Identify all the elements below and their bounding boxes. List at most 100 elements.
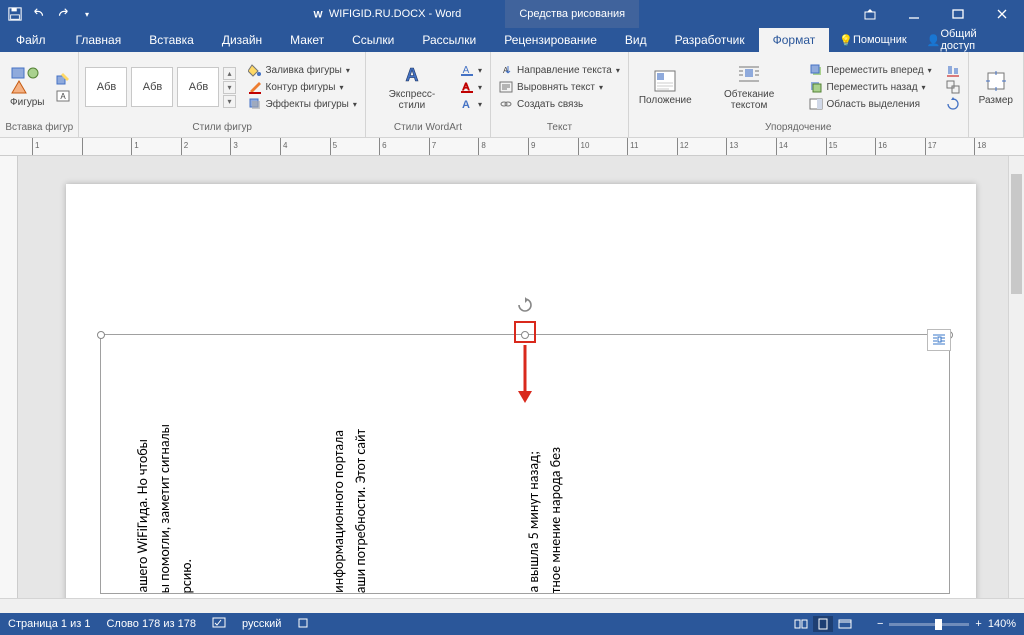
redo-icon[interactable] <box>54 5 72 23</box>
rotate-handle[interactable] <box>517 297 533 313</box>
group-insert-shapes: Фигуры A Вставка фигур <box>0 52 79 137</box>
save-icon[interactable] <box>6 5 24 23</box>
zoom-level[interactable]: 140% <box>988 618 1016 630</box>
gallery-down-icon[interactable]: ▾ <box>223 81 235 94</box>
send-back-icon <box>809 80 823 94</box>
tab-review[interactable]: Рецензирование <box>490 28 611 52</box>
wrap-text-button[interactable]: Обтекание текстом <box>700 61 799 113</box>
resize-handle-tl[interactable] <box>97 331 105 339</box>
undo-icon[interactable] <box>30 5 48 23</box>
quick-access-toolbar: ▾ <box>0 5 102 23</box>
ruler-tick <box>82 138 132 156</box>
align-button[interactable] <box>942 62 964 78</box>
tab-share[interactable]: 👤 Общий доступ <box>917 28 1024 52</box>
shapes-gallery-button[interactable]: Фигуры <box>4 65 50 110</box>
tab-home[interactable]: Главная <box>62 28 136 52</box>
zoom-in-button[interactable]: + <box>975 618 981 630</box>
shape-effects-button[interactable]: Эффекты фигуры ▾ <box>244 96 361 112</box>
page[interactable]: ашего WiFiГида. Но чтобы ы помогли, заме… <box>66 184 976 598</box>
tab-tellme[interactable]: 💡 Помощник <box>829 28 917 52</box>
status-macro-icon[interactable] <box>297 617 309 632</box>
tab-mailings[interactable]: Рассылки <box>408 28 490 52</box>
view-web-icon[interactable] <box>835 616 855 632</box>
horizontal-ruler[interactable]: 1123456789101112131415161718 <box>0 138 1024 156</box>
align-text-button[interactable]: Выровнять текст ▾ <box>495 79 624 95</box>
title-bar: ▾ W WIFIGID.RU.DOCX - Word Средства рисо… <box>0 0 1024 28</box>
tab-file[interactable]: Файл <box>0 28 62 52</box>
shape-fill-button[interactable]: Заливка фигуры ▾ <box>244 62 361 78</box>
tab-layout[interactable]: Макет <box>276 28 338 52</box>
text-effects-button[interactable]: A▾ <box>456 96 486 112</box>
status-spellcheck-icon[interactable] <box>212 617 226 632</box>
style-thumb[interactable]: Абв <box>177 67 219 107</box>
text-fill-button[interactable]: A▾ <box>456 62 486 78</box>
ruler-tick: 14 <box>776 138 826 156</box>
selection-pane-button[interactable]: Область выделения <box>805 96 936 112</box>
position-button[interactable]: Положение <box>633 67 698 108</box>
edit-shape-button[interactable] <box>52 71 74 87</box>
tab-references[interactable]: Ссылки <box>338 28 408 52</box>
svg-text:A: A <box>405 65 418 85</box>
size-button[interactable]: Размер <box>973 67 1019 108</box>
status-words[interactable]: Слово 178 из 178 <box>106 618 196 630</box>
ruler-tick: 7 <box>429 138 479 156</box>
ruler-tick: 17 <box>925 138 975 156</box>
text-direction-button[interactable]: AНаправление текста ▾ <box>495 62 624 78</box>
gallery-more-icon[interactable]: ▾ <box>223 95 235 108</box>
style-thumb[interactable]: Абв <box>85 67 127 107</box>
tab-format[interactable]: Формат <box>759 28 830 52</box>
layout-options-button[interactable] <box>927 329 951 351</box>
send-backward-button[interactable]: Переместить назад ▾ <box>805 79 936 95</box>
edit-shape-icon <box>56 72 70 86</box>
outline-icon <box>248 80 262 94</box>
align-text-icon <box>499 80 513 94</box>
textbox-selection[interactable]: ашего WiFiГида. Но чтобы ы помогли, заме… <box>100 334 950 594</box>
text-outline-icon: A <box>460 80 474 94</box>
close-icon[interactable] <box>980 0 1024 28</box>
vertical-text: а вышла 5 минут назад; <box>526 451 542 593</box>
vertical-scrollbar[interactable] <box>1008 156 1024 598</box>
ruler-tick: 4 <box>280 138 330 156</box>
shape-style-gallery[interactable]: Абв Абв Абв ▴ ▾ ▾ <box>83 67 235 108</box>
minimize-icon[interactable] <box>892 0 936 28</box>
text-box-button[interactable]: A <box>52 88 74 104</box>
style-thumb[interactable]: Абв <box>131 67 173 107</box>
zoom-out-button[interactable]: − <box>877 618 883 630</box>
tab-developer[interactable]: Разработчик <box>661 28 759 52</box>
contextual-tab-title: Средства рисования <box>505 0 639 28</box>
wordart-quick-styles-button[interactable]: A Экспресс-стили <box>370 61 454 113</box>
gallery-up-icon[interactable]: ▴ <box>223 67 235 80</box>
tab-view[interactable]: Вид <box>611 28 661 52</box>
group-button[interactable] <box>942 79 964 95</box>
ribbon: Фигуры A Вставка фигур Абв Абв Абв ▴ ▾ ▾ <box>0 52 1024 138</box>
ruler-tick: 15 <box>826 138 876 156</box>
bring-forward-button[interactable]: Переместить вперед ▾ <box>805 62 936 78</box>
svg-text:W: W <box>313 10 323 21</box>
ruler-tick: 18 <box>974 138 1024 156</box>
document-canvas[interactable]: ашего WiFiГида. Но чтобы ы помогли, заме… <box>18 156 1024 598</box>
zoom-slider[interactable] <box>889 623 969 626</box>
create-link-button[interactable]: Создать связь <box>495 96 624 112</box>
ruler-tick: 13 <box>726 138 776 156</box>
qat-customize-icon[interactable]: ▾ <box>78 5 96 23</box>
shapes-icon <box>11 67 43 95</box>
text-outline-button[interactable]: A▾ <box>456 79 486 95</box>
shape-outline-button[interactable]: Контур фигуры ▾ <box>244 79 361 95</box>
position-icon <box>653 69 677 93</box>
rotate-button[interactable] <box>942 96 964 112</box>
svg-text:A: A <box>61 92 67 101</box>
status-language[interactable]: русский <box>242 618 281 630</box>
group-text: AНаправление текста ▾ Выровнять текст ▾ … <box>491 52 629 137</box>
ribbon-display-options-icon[interactable] <box>848 0 892 28</box>
view-read-icon[interactable] <box>791 616 811 632</box>
tab-design[interactable]: Дизайн <box>208 28 276 52</box>
maximize-icon[interactable] <box>936 0 980 28</box>
horizontal-scrollbar[interactable] <box>0 598 1024 613</box>
vertical-text: ашего WiFiГида. Но чтобы <box>135 439 151 593</box>
window-title: W WIFIGID.RU.DOCX - Word Средства рисова… <box>102 0 848 28</box>
status-page[interactable]: Страница 1 из 1 <box>8 618 90 630</box>
view-print-icon[interactable] <box>813 616 833 632</box>
vertical-ruler[interactable] <box>0 156 18 598</box>
tab-insert[interactable]: Вставка <box>135 28 208 52</box>
rotate-icon <box>946 97 960 111</box>
